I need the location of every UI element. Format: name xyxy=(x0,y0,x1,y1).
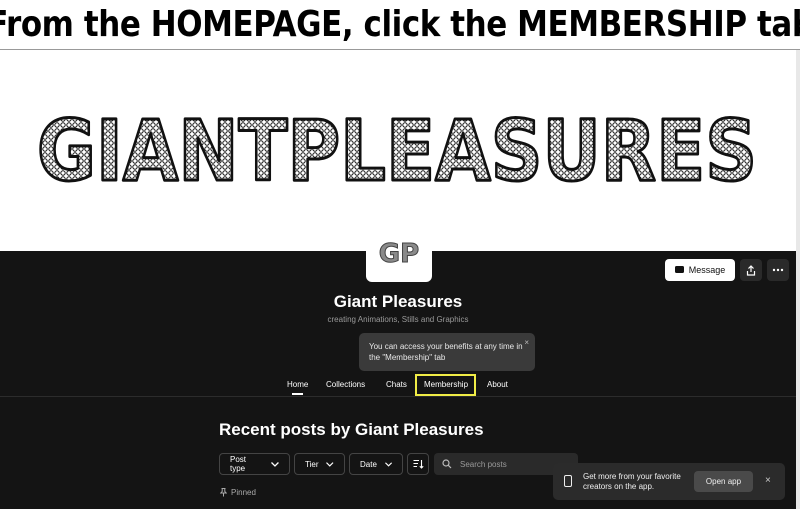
date-label: Date xyxy=(360,459,377,469)
membership-tooltip: You can access your benefits at any time… xyxy=(359,333,535,371)
share-button[interactable] xyxy=(740,259,762,281)
membership-highlight-box xyxy=(415,374,476,396)
tier-filter[interactable]: Tier xyxy=(294,453,345,475)
avatar-initials: GP xyxy=(379,239,419,268)
chevron-down-icon xyxy=(271,461,279,467)
tab-chats[interactable]: Chats xyxy=(386,380,407,389)
instruction-banner: From the HOMEPAGE, click the MEMBERSHIP … xyxy=(0,0,800,48)
tooltip-text: You can access your benefits at any time… xyxy=(369,342,523,362)
message-icon xyxy=(674,266,684,273)
chevron-down-icon xyxy=(384,461,392,467)
creator-name: Giant Pleasures xyxy=(333,292,463,311)
active-tab-indicator xyxy=(292,393,303,395)
message-button[interactable]: Message xyxy=(665,259,735,281)
message-label: Message xyxy=(688,265,726,275)
post-type-filter[interactable]: Post type xyxy=(219,453,290,475)
tier-label: Tier xyxy=(305,459,319,469)
avatar[interactable]: GP xyxy=(366,222,432,282)
pinned-text: Pinned xyxy=(231,488,256,497)
instruction-text: From the HOMEPAGE, click the MEMBERSHIP … xyxy=(0,3,800,45)
more-options-button[interactable] xyxy=(767,259,789,281)
chevron-down-icon xyxy=(326,461,334,467)
recent-posts-heading: Recent posts by Giant Pleasures xyxy=(219,420,484,439)
avatar-logo: GP xyxy=(378,239,419,269)
tab-collections[interactable]: Collections xyxy=(326,380,365,389)
tab-about[interactable]: About xyxy=(487,380,508,389)
toast-close-icon[interactable]: × xyxy=(765,475,771,486)
date-filter[interactable]: Date xyxy=(349,453,403,475)
creator-tagline: creating Animations, Stills and Graphics xyxy=(327,315,469,324)
share-icon xyxy=(746,264,756,276)
open-app-button[interactable]: Open app xyxy=(694,471,753,492)
app-promo-toast: Get more from your favorite creators on … xyxy=(553,463,785,500)
tooltip-close-icon[interactable]: × xyxy=(524,337,529,348)
tab-home[interactable]: Home xyxy=(287,380,308,389)
pinned-label: Pinned xyxy=(220,488,256,497)
pin-icon xyxy=(220,488,227,497)
hero-logo-text: GIANTPLEASURES xyxy=(37,102,757,200)
search-icon xyxy=(442,459,452,469)
hero-banner: GIANTPLEASURES xyxy=(0,50,800,251)
nav-divider xyxy=(0,396,796,397)
sort-button[interactable] xyxy=(407,453,429,475)
search-placeholder: Search posts xyxy=(460,459,507,469)
hero-logo: GIANTPLEASURES xyxy=(36,101,759,202)
sort-icon xyxy=(413,459,424,469)
scrollbar[interactable] xyxy=(796,50,800,509)
toast-text: Get more from your favorite creators on … xyxy=(583,472,681,491)
more-icon xyxy=(772,268,784,272)
post-type-label: Post type xyxy=(230,455,247,473)
phone-icon xyxy=(564,475,572,487)
